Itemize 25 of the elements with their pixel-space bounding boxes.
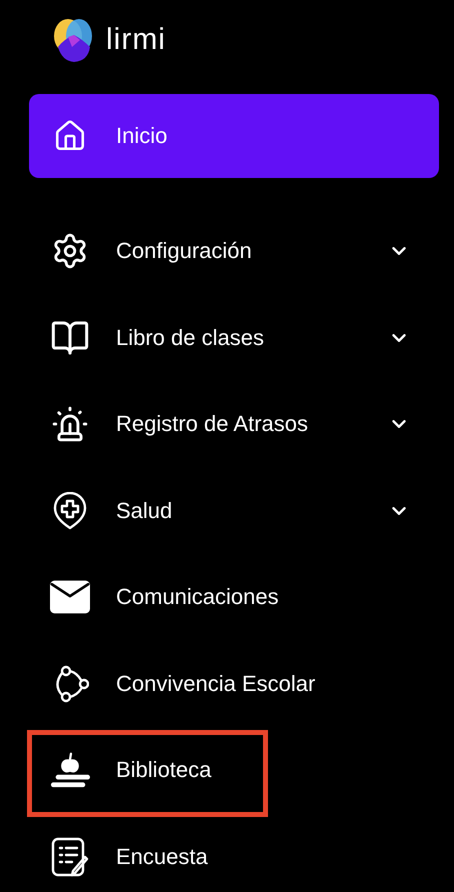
nav-item[interactable]: Convivencia Escolar [0,640,454,727]
nav-item[interactable]: Configuración [0,208,454,294]
nav-item[interactable]: Inicio [29,94,439,178]
nav-item[interactable]: Biblioteca [0,727,454,814]
plus-pin-icon [53,492,87,530]
nav-label: Inicio [116,123,168,149]
nav-item[interactable]: Comunicaciones [0,554,454,640]
nav-label: Encuesta [116,844,208,870]
envelope-icon [50,579,90,616]
survey-form-icon [51,836,89,877]
nav-item[interactable]: Encuesta [0,814,454,892]
nav-label: Registro de Atrasos [116,411,308,438]
nav-item[interactable]: Registro de Atrasos [0,381,454,468]
nav-label: Biblioteca [116,757,212,784]
nav-label: Convivencia Escolar [116,670,316,697]
nav-item[interactable]: Libro de clases [0,294,454,381]
siren-icon [51,405,89,444]
home-icon [53,119,87,153]
brand-name: lirmi [106,23,166,57]
nav-label: Libro de clases [116,324,264,351]
nav-item[interactable]: Salud [0,468,454,554]
nav-label: Comunicaciones [116,584,279,610]
nav-label: Salud [116,498,172,524]
logo-icon [52,17,94,63]
nav-label: Configuración [116,238,252,264]
